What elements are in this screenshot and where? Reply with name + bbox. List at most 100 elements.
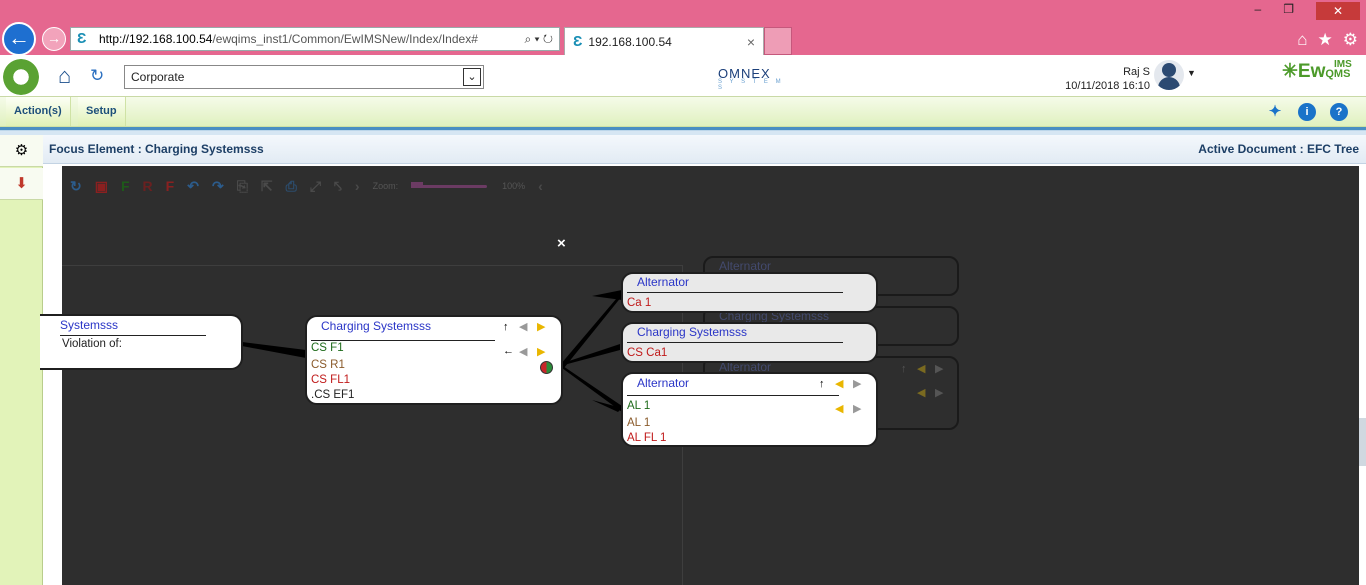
node-separator <box>60 335 206 336</box>
info-icon[interactable]: i <box>1298 103 1316 121</box>
tab-title: 192.168.100.54 <box>588 34 672 49</box>
avatar[interactable] <box>1154 60 1184 90</box>
help-icon[interactable]: ? <box>1330 103 1348 121</box>
zoom-slider[interactable] <box>411 180 489 192</box>
user-name: Raj S <box>1123 66 1150 78</box>
node-separator <box>627 395 839 396</box>
address-bar[interactable]: Ɛ http://192.168.100.54/ewqims_inst1/Com… <box>70 27 560 51</box>
menu-actions[interactable]: Action(s) <box>6 97 71 126</box>
scrollbar-thumb[interactable] <box>1359 418 1366 466</box>
node-item-function[interactable]: AL 1 <box>627 399 650 414</box>
url-path: /ewqims_inst1/Common/EwIMSNew/Index/Inde… <box>212 32 478 46</box>
left-sidebar: ⚙ ⬇ <box>0 135 43 585</box>
favorites-star-icon[interactable]: ★ <box>1318 30 1333 50</box>
requirement-filter-button[interactable]: R <box>143 178 153 194</box>
header-divider <box>0 127 1366 135</box>
node-item-failure[interactable]: Ca 1 <box>627 296 651 311</box>
failure-filter-button[interactable]: F <box>166 178 175 194</box>
node-violation-label: Violation of: <box>62 338 122 350</box>
ghost-arrow-right-icon: ▶ <box>935 363 944 375</box>
dialog-close-icon[interactable]: × <box>557 235 566 252</box>
undo-icon[interactable]: ↶ <box>187 178 199 195</box>
tab-close-icon[interactable]: × <box>747 34 755 50</box>
user-menu-chevron-icon[interactable]: ▼ <box>1187 68 1196 78</box>
menu-setup[interactable]: Setup <box>78 97 126 126</box>
copy-icon[interactable]: ⎘ <box>237 178 248 195</box>
pin-icon[interactable]: ✦ <box>1266 103 1284 121</box>
arrow-up-icon[interactable]: ↑ <box>819 378 825 390</box>
node-title[interactable]: Systemsss <box>60 318 118 332</box>
fit-screen-icon[interactable]: ⤢ <box>310 178 321 195</box>
node-title[interactable]: Charging Systemsss <box>637 325 747 339</box>
tree-node-focus[interactable]: Charging Systemsss ↑ ◀ ▶ CS F1 CS R1 CS … <box>305 315 563 405</box>
new-tab-button[interactable] <box>764 27 792 55</box>
arrow-left-icon[interactable]: ← <box>503 345 514 357</box>
address-controls[interactable]: ⌕ ▾ ↻ <box>524 32 553 47</box>
organization-select[interactable]: Corporate ⌄ <box>124 65 484 89</box>
app-home-icon[interactable]: ⌂ <box>58 64 84 88</box>
arrow-up-icon[interactable]: ↑ <box>503 321 509 333</box>
tree-node-parent[interactable]: Systemsss Violation of: <box>40 314 243 370</box>
stop-icon[interactable]: ▣ <box>95 178 108 195</box>
product-logo: ✳EwQMS IMS <box>1282 59 1352 83</box>
address-url[interactable]: http://192.168.100.54/ewqims_inst1/Commo… <box>99 32 524 46</box>
connector-left <box>242 342 306 358</box>
node-item-failure[interactable]: CS FL1 <box>311 373 350 388</box>
arrow-left-yellow-icon[interactable]: ◀ <box>835 377 843 390</box>
ghost-arrow-left-icon: ◀ <box>917 387 926 399</box>
node-item-function[interactable]: CS F1 <box>311 341 344 356</box>
product-ims: IMS <box>1334 59 1352 70</box>
arrow-right-grey-icon[interactable]: ▶ <box>853 377 861 390</box>
arrow-right-yellow-icon[interactable]: ▶ <box>537 320 545 333</box>
tree-node-child[interactable]: Alternator Ca 1 <box>621 272 878 313</box>
window-controls: – ❐ ✕ <box>1255 2 1360 20</box>
restore-button[interactable]: ❐ <box>1283 2 1294 20</box>
settings-gear-icon[interactable]: ⚙ <box>1343 30 1358 50</box>
function-filter-button[interactable]: F <box>121 178 130 194</box>
menu-tools: ✦ i ? <box>1266 103 1348 121</box>
ghost-node-title: Alternator <box>719 259 772 273</box>
arrow-left-grey-icon[interactable]: ◀ <box>519 345 527 358</box>
arrow-right-grey-icon[interactable]: ▶ <box>853 402 861 415</box>
arrow-right-yellow-icon[interactable]: ▶ <box>537 345 545 358</box>
export-icon[interactable]: ⇱ <box>261 178 273 195</box>
close-window-button[interactable]: ✕ <box>1316 2 1360 20</box>
node-item-requirement[interactable]: AL 1 <box>627 416 650 431</box>
node-item-requirement[interactable]: CS R1 <box>311 358 345 373</box>
chevron-down-icon[interactable]: ⌄ <box>463 68 481 86</box>
tree-node-child[interactable]: Alternator ↑ ◀ ▶ AL 1 AL 1 AL FL 1 ◀ ▶ <box>621 372 878 447</box>
sidebar-collapse-chevron-icon[interactable]: ⬇ <box>0 168 43 200</box>
url-domain: http://192.168.100.54 <box>99 32 213 46</box>
print-icon[interactable]: ⎙ <box>286 178 297 195</box>
node-title[interactable]: Alternator <box>637 275 689 289</box>
expand-icon[interactable]: ⤣ <box>334 178 342 195</box>
tab-favicon-icon: Ɛ <box>573 33 583 50</box>
focus-element-label: Focus Element : Charging Systemsss <box>49 142 264 156</box>
sidebar-settings-gear-icon[interactable]: ⚙ <box>0 135 43 167</box>
node-title[interactable]: Alternator <box>637 376 689 390</box>
node-item-effect[interactable]: .CS EF1 <box>311 388 354 403</box>
user-info: Raj S 10/11/2018 16:10 <box>1058 65 1150 93</box>
tree-node-child[interactable]: Charging Systemsss CS Ca1 <box>621 322 878 363</box>
browser-tab[interactable]: Ɛ 192.168.100.54 × <box>564 27 764 55</box>
toolbar-collapse-icon[interactable]: ‹ <box>538 178 543 194</box>
refresh-icon[interactable]: ↻ <box>90 66 108 86</box>
arrow-left-yellow-icon[interactable]: ◀ <box>835 402 843 415</box>
node-item-failure[interactable]: AL FL 1 <box>627 431 666 446</box>
browser-tools: ⌂ ★ ⚙ <box>1297 30 1358 50</box>
ghost-arrow-up-icon: ↑ <box>901 363 907 375</box>
back-button[interactable]: ← <box>2 22 36 56</box>
node-separator <box>627 292 843 293</box>
minimize-button[interactable]: – <box>1255 2 1262 20</box>
zoom-label: Zoom: <box>372 181 399 191</box>
app-logo-icon[interactable] <box>3 59 39 95</box>
arrow-left-grey-icon[interactable]: ◀ <box>519 320 527 333</box>
node-title[interactable]: Charging Systemsss <box>321 319 431 333</box>
zoom-value: 100% <box>502 181 526 191</box>
forward-button[interactable]: → <box>42 27 66 51</box>
home-icon[interactable]: ⌂ <box>1297 30 1307 50</box>
redo-icon[interactable]: ↷ <box>212 178 224 195</box>
next-icon[interactable]: › <box>355 178 360 194</box>
node-item-failure[interactable]: CS Ca1 <box>627 346 667 361</box>
reload-icon[interactable]: ↻ <box>70 178 82 195</box>
